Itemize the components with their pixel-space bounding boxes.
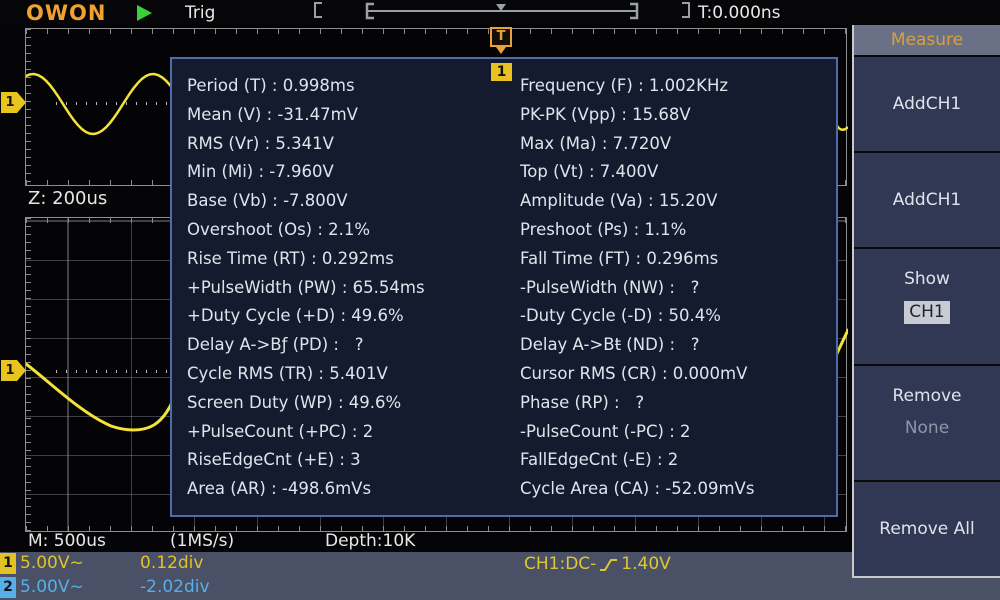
run-play-icon bbox=[137, 5, 152, 21]
sidebar-button-remove[interactable]: Remove None bbox=[854, 366, 1000, 482]
measure-row: Overshoot (Os) : 2.1% bbox=[187, 219, 371, 239]
channel-badge: 2 bbox=[0, 577, 16, 598]
channel-scale: 5.00V~ bbox=[20, 577, 84, 597]
sidebar-button-value: None bbox=[904, 417, 950, 438]
zoom-timebase-label: Z: 200us bbox=[28, 188, 108, 209]
sidebar-button-label: Show bbox=[904, 269, 950, 290]
measure-row: Phase (RP) : ? bbox=[520, 392, 645, 412]
sample-rate-readout: (1MS/s) bbox=[170, 531, 235, 551]
measure-row: Period (T) : 0.998ms bbox=[187, 76, 355, 95]
trigger-settings-readout: CH1:DC- 1.40V bbox=[524, 552, 671, 576]
measure-row: Cycle Area (CA) : -52.09mVs bbox=[520, 479, 755, 499]
channel-info-bar: 1 5.00V~ 0.12div 2 5.00V~ -2.02div CH1:DC- 1.… bbox=[0, 552, 1000, 600]
trigger-time-readout: T:0.000ns bbox=[698, 3, 781, 23]
channel-1-info: 1 5.00V~ 0.12div bbox=[0, 552, 1000, 576]
channel-rows: 1 5.00V~ 0.12div 2 5.00V~ -2.02div bbox=[0, 552, 1000, 600]
memory-depth-readout: Depth:10K bbox=[325, 531, 416, 551]
measure-row: Delay A->Bƒ (PD) : ? bbox=[187, 335, 364, 355]
sidebar-buttons: AddCH1 AddCH1 Show CH1 Remove None Remove All bbox=[854, 57, 1000, 576]
channel-badge: 1 bbox=[0, 553, 16, 574]
horizontal-position-indicator[interactable] bbox=[310, 0, 694, 22]
sidebar-button-addch1[interactable]: AddCH1 bbox=[854, 57, 1000, 154]
measure-row: Fall Time (FT) : 0.296ms bbox=[520, 248, 719, 268]
measure-results-panel: 1 Period (T) : 0.998ms Mean (V) : -31.47m… bbox=[170, 57, 838, 517]
channel1-position-marker[interactable]: 1 bbox=[1, 360, 26, 381]
channel-offset: 0.12div bbox=[140, 553, 204, 573]
measure-row: Mean (V) : -31.47mV bbox=[187, 104, 358, 124]
measure-row: Area (AR) : -498.6mVs bbox=[187, 479, 372, 499]
measure-row: +PulseWidth (PW) : 65.54ms bbox=[187, 277, 425, 297]
measure-row: Screen Duty (WP) : 49.6% bbox=[187, 392, 402, 412]
view-position-arrow-icon bbox=[496, 4, 506, 11]
measure-row: Delay A->Bŧ (ND) : ? bbox=[520, 335, 700, 355]
measure-row: Min (Mi) : -7.960V bbox=[187, 162, 334, 182]
trigger-status-label: Trig bbox=[185, 3, 216, 23]
measure-row: Top (Vt) : 7.400V bbox=[520, 162, 659, 182]
measure-row: -Duty Cycle (-D) : 50.4% bbox=[520, 306, 721, 326]
measure-row: FallEdgeCnt (-E) : 2 bbox=[520, 450, 679, 470]
top-status-bar: OWON Trig T:0.000ns bbox=[0, 0, 1000, 26]
measure-row: PK-PK (Vpp) : 15.68V bbox=[520, 104, 691, 124]
sidebar-button-label: Remove All bbox=[879, 518, 975, 539]
channel-scale: 5.00V~ bbox=[20, 553, 84, 573]
measure-row: +PulseCount (+PC) : 2 bbox=[187, 421, 374, 441]
sidebar-button-label: AddCH1 bbox=[892, 94, 962, 115]
channel1-position-marker[interactable]: 1 bbox=[1, 92, 26, 113]
measure-row: Rise Time (RT) : 0.292ms bbox=[187, 248, 394, 268]
measure-row: Cycle RMS (TR) : 5.401V bbox=[187, 363, 388, 383]
timebase-readout: M: 500us bbox=[28, 531, 106, 551]
sidebar-button-label: Remove bbox=[892, 385, 962, 406]
measure-row: Preshoot (Ps) : 1.1% bbox=[520, 219, 687, 239]
trigger-position-flag[interactable]: T bbox=[490, 27, 512, 54]
oscilloscope-screen: OWON Trig T:0.000ns Z: 200us 1 1 T 1 Per… bbox=[0, 0, 1000, 600]
sidebar-button-value: CH1 bbox=[904, 301, 950, 325]
measure-row: Amplitude (Va) : 15.20V bbox=[520, 191, 718, 211]
channel-2-info: 2 5.00V~ -2.02div bbox=[0, 576, 1000, 600]
rising-edge-icon bbox=[600, 559, 618, 571]
sidebar-button-label: AddCH1 bbox=[892, 190, 962, 211]
measure-row: Base (Vb) : -7.800V bbox=[187, 191, 348, 211]
channel-offset: -2.02div bbox=[140, 577, 210, 597]
sidebar-button-remove-all[interactable]: Remove All bbox=[854, 482, 1000, 576]
measure-column-left: Period (T) : 0.998ms Mean (V) : -31.47mV R… bbox=[187, 72, 517, 504]
acquisition-status-strip: M: 500us (1MS/s) Depth:10K bbox=[0, 531, 850, 552]
sidebar-button-addch1[interactable]: AddCH1 bbox=[854, 153, 1000, 250]
owon-logo: OWON bbox=[26, 1, 107, 25]
trigger-level-label: 1.40V bbox=[621, 554, 671, 574]
measure-row: RiseEdgeCnt (+E) : 3 bbox=[187, 450, 361, 470]
measure-column-right: Frequency (F) : 1.002KHz PK-PK (Vpp) : 15… bbox=[520, 72, 850, 504]
measure-row: RMS (Vr) : 5.341V bbox=[187, 133, 334, 153]
measure-menu-sidebar: Measure AddCH1 AddCH1 Show CH1 Remove None Rem… bbox=[852, 25, 1000, 578]
trigger-source-label: CH1:DC- bbox=[524, 554, 597, 574]
measure-row: -PulseCount (-PC) : 2 bbox=[520, 421, 691, 441]
measure-row: Max (Ma) : 7.720V bbox=[520, 133, 672, 153]
measure-row: Frequency (F) : 1.002KHz bbox=[520, 76, 729, 95]
measure-row: -PulseWidth (NW) : ? bbox=[520, 277, 700, 297]
sidebar-title: Measure bbox=[854, 25, 1000, 57]
measure-row: Cursor RMS (CR) : 0.000mV bbox=[520, 363, 748, 383]
measure-row: +Duty Cycle (+D) : 49.6% bbox=[187, 306, 404, 326]
sidebar-button-show[interactable]: Show CH1 bbox=[854, 249, 1000, 366]
